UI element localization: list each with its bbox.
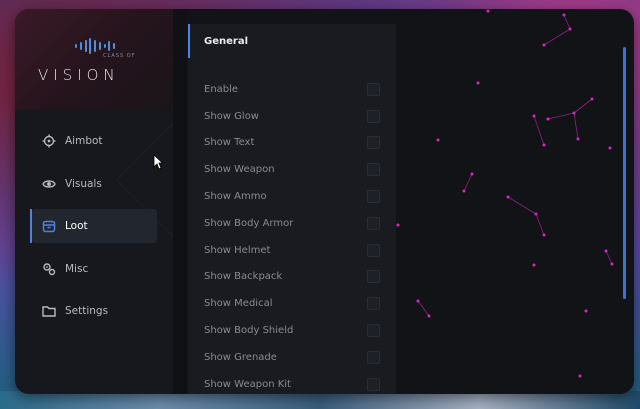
logo-title: VISION — [38, 66, 120, 84]
option-show-grenade[interactable]: Show Grenade — [188, 344, 396, 371]
option-show-helmet[interactable]: Show Helmet — [188, 237, 396, 264]
option-checkbox[interactable] — [367, 350, 380, 364]
option-show-weapon[interactable]: Show Weapon — [188, 156, 396, 183]
option-enable[interactable]: Enable — [188, 76, 396, 103]
panel-title: General — [204, 35, 248, 47]
sidebar-nav: Aimbot Visuals Loot Misc Settings — [15, 124, 173, 337]
option-show-weapon-kit[interactable]: Show Weapon Kit — [188, 371, 396, 394]
divider — [173, 9, 187, 394]
sidebar: CLASS OF VISION Aimbot Visuals Loot Misc… — [15, 9, 247, 394]
sidebar-item-visuals[interactable]: Visuals — [15, 167, 173, 201]
gears-icon — [43, 262, 56, 275]
sidebar-item-loot[interactable]: Loot — [30, 209, 157, 243]
option-show-text[interactable]: Show Text — [188, 130, 396, 157]
option-checkbox[interactable] — [367, 377, 380, 391]
options-panel: General Enable Show Glow Show Text Show … — [188, 24, 396, 394]
eye-icon — [42, 179, 56, 188]
sidebar-item-misc[interactable]: Misc — [15, 252, 173, 286]
sidebar-item-label: Settings — [65, 305, 109, 317]
option-label: Enable — [204, 83, 239, 95]
option-checkbox[interactable] — [367, 243, 380, 257]
menu-window: CLASS OF VISION Aimbot Visuals Loot Misc… — [15, 9, 634, 394]
sidebar-item-settings[interactable]: Settings — [15, 294, 173, 328]
mouse-cursor-icon — [153, 154, 163, 170]
option-checkbox[interactable] — [367, 324, 380, 338]
option-label: Show Text — [204, 137, 255, 149]
option-label: Show Body Shield — [204, 325, 294, 337]
option-show-body-shield[interactable]: Show Body Shield — [188, 317, 396, 344]
sidebar-item-label: Visuals — [65, 177, 102, 190]
scrollbar[interactable] — [623, 47, 626, 299]
logo-banner: CLASS OF VISION — [15, 9, 173, 109]
option-show-backpack[interactable]: Show Backpack — [188, 264, 396, 291]
folder-icon — [42, 306, 56, 317]
option-show-body-armor[interactable]: Show Body Armor — [188, 210, 396, 237]
sidebar-item-aimbot[interactable]: Aimbot — [15, 124, 173, 158]
option-label: Show Grenade — [204, 351, 277, 363]
option-label: Show Body Armor — [204, 217, 294, 229]
option-checkbox[interactable] — [367, 163, 380, 177]
option-label: Show Backpack — [204, 271, 283, 283]
option-checkbox[interactable] — [367, 136, 380, 150]
option-checkbox[interactable] — [367, 216, 380, 230]
option-show-glow[interactable]: Show Glow — [188, 103, 396, 130]
option-show-ammo[interactable]: Show Ammo — [188, 183, 396, 210]
panel-tab-general[interactable]: General — [188, 24, 396, 58]
option-checkbox[interactable] — [367, 109, 380, 123]
box-icon — [42, 220, 56, 233]
option-label: Show Weapon Kit — [204, 378, 291, 390]
options-list: Enable Show Glow Show Text Show Weapon S… — [188, 76, 396, 394]
sidebar-item-label: Misc — [65, 262, 89, 275]
option-checkbox[interactable] — [367, 82, 380, 96]
option-label: Show Ammo — [204, 191, 267, 203]
option-label: Show Glow — [204, 110, 259, 122]
logo-subtitle: CLASS OF — [103, 53, 136, 59]
particle-network — [396, 9, 614, 378]
sidebar-item-label: Loot — [65, 220, 88, 232]
option-show-medical[interactable]: Show Medical — [188, 290, 396, 317]
option-label: Show Helmet — [204, 244, 271, 256]
option-checkbox[interactable] — [367, 270, 380, 284]
option-checkbox[interactable] — [367, 297, 380, 311]
option-label: Show Medical — [204, 298, 273, 310]
sidebar-item-label: Aimbot — [65, 135, 103, 147]
option-checkbox[interactable] — [367, 190, 380, 204]
crosshair-icon — [42, 134, 56, 148]
option-label: Show Weapon — [204, 164, 275, 176]
